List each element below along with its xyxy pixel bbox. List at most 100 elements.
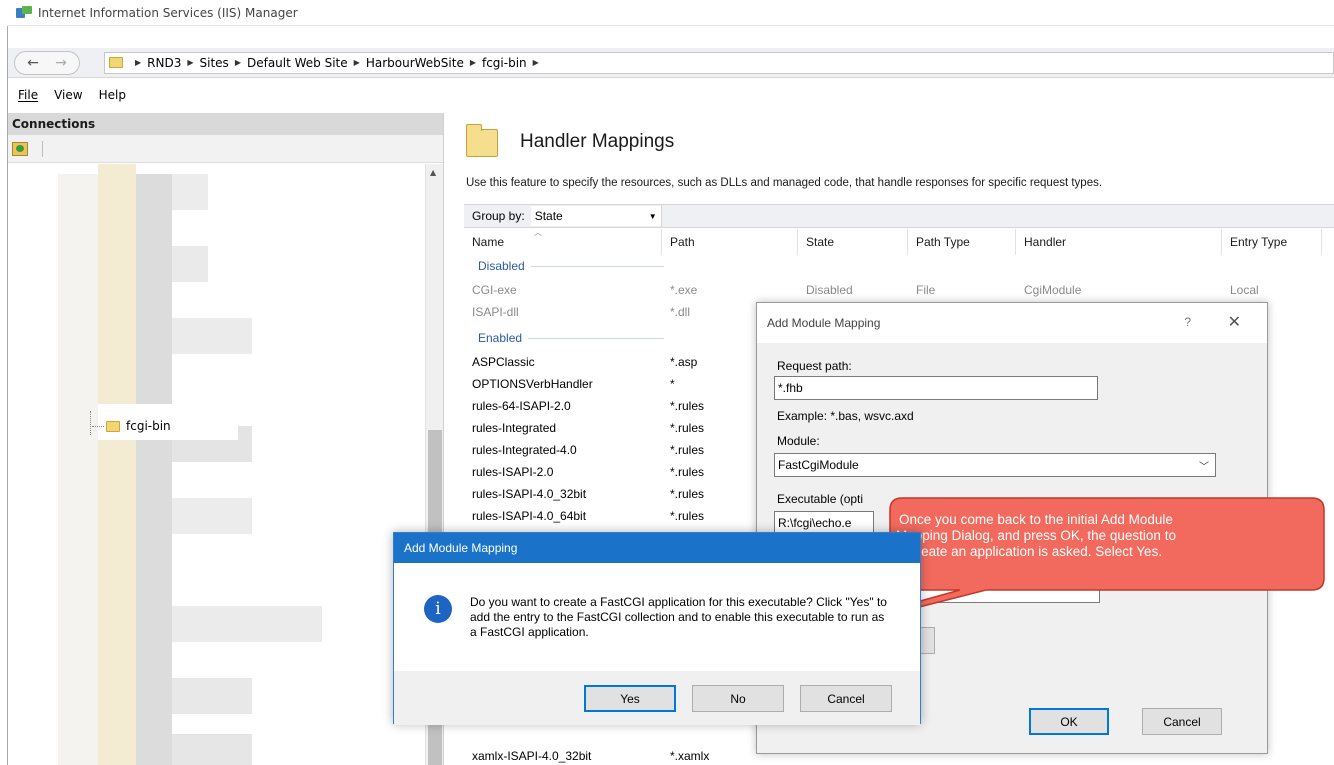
blurred-tree-region <box>172 678 252 714</box>
confirm-footer: Yes No Cancel <box>394 671 920 725</box>
cell-handler: CgiModule <box>1024 283 1082 297</box>
menu-file[interactable]: File <box>18 88 38 102</box>
confirm-body: i Do you want to create a FastCGI applic… <box>394 563 920 671</box>
no-button[interactable]: No <box>692 685 784 712</box>
scroll-up-icon[interactable]: ▲ <box>430 168 436 177</box>
column-header-handler[interactable]: Handler <box>1016 229 1222 255</box>
request-path-input[interactable]: *.fhb <box>774 376 1098 400</box>
group-divider <box>530 265 664 267</box>
group-header-enabled[interactable]: Enabled <box>464 327 664 349</box>
column-header-entry-type[interactable]: Entry Type <box>1222 229 1322 255</box>
breadcrumb-item[interactable]: ▶ Default Web Site <box>229 56 348 70</box>
cell-path: *.xamlx <box>670 749 710 763</box>
breadcrumb-item[interactable]: ▶ fcgi-bin ▶ <box>464 56 545 70</box>
breadcrumb-separator-icon: ▶ <box>353 58 360 67</box>
ok-button[interactable]: OK <box>1029 708 1109 735</box>
cell-path: *.rules <box>670 421 705 435</box>
blurred-tree-region <box>172 246 208 282</box>
blurred-tree-region <box>172 606 322 642</box>
close-icon[interactable]: ✕ <box>1228 312 1241 332</box>
group-by-spacer <box>660 205 1334 227</box>
cell-name: xamlx-ISAPI-4.0_32bit <box>472 749 592 763</box>
breadcrumb-item[interactable]: ▶ Sites <box>181 56 228 70</box>
connections-tree[interactable]: fcgi-bin <box>8 164 426 765</box>
cell-name: rules-Integrated <box>472 421 557 435</box>
help-icon[interactable]: ? <box>1184 315 1191 329</box>
blurred-tree-region <box>172 318 252 354</box>
iis-app-icon <box>16 5 32 20</box>
tree-connector-line <box>90 411 91 435</box>
breadcrumb-item[interactable]: ▶ HarbourWebSite <box>348 56 464 70</box>
blurred-tree-region <box>98 164 136 765</box>
table-row[interactable]: CGI-exe *.exe Disabled File CgiModule Lo… <box>464 279 1334 301</box>
address-breadcrumb[interactable]: ▶ RND3 ▶ Sites ▶ Default Web Site ▶ HarbourW… <box>104 51 1334 74</box>
breadcrumb-fcgi-bin[interactable]: fcgi-bin <box>482 56 527 70</box>
handler-mappings-folder-icon <box>466 124 498 157</box>
breadcrumb-harbourwebsite[interactable]: HarbourWebSite <box>366 56 464 70</box>
connections-header: Connections <box>8 113 443 135</box>
chevron-down-icon: ﹀ <box>1199 461 1209 473</box>
blurred-tree-region <box>58 174 98 765</box>
tree-connector-line <box>92 425 104 427</box>
feature-title: Handler Mappings <box>520 131 675 152</box>
breadcrumb-sites[interactable]: Sites <box>200 56 229 70</box>
example-text: Example: *.bas, wsvc.axd <box>777 409 914 423</box>
cancel-button[interactable]: Cancel <box>1142 708 1222 735</box>
group-by-bar: Group by: State ▼ <box>464 204 1334 228</box>
cell-path: * <box>670 377 675 391</box>
cell-path: *.rules <box>670 443 705 457</box>
connect-icon[interactable] <box>12 141 28 156</box>
cell-name: rules-ISAPI-4.0_32bit <box>472 487 587 501</box>
breadcrumb-item[interactable]: ▶ RND3 <box>129 56 181 70</box>
cancel-button[interactable]: Cancel <box>800 685 892 712</box>
forward-arrow-icon[interactable]: → <box>47 51 75 75</box>
blurred-tree-region <box>172 734 252 765</box>
window-title: Internet Information Services (IIS) Mana… <box>38 5 298 20</box>
connections-toolbar <box>8 135 443 163</box>
dropdown-arrow-icon: ▼ <box>648 211 657 221</box>
group-divider <box>528 337 664 339</box>
fastcgi-confirm-dialog: Add Module Mapping i Do you want to crea… <box>393 532 921 725</box>
info-icon: i <box>424 595 452 623</box>
column-header-path-type[interactable]: Path Type <box>908 229 1016 255</box>
cell-name: rules-64-ISAPI-2.0 <box>472 399 571 413</box>
module-select[interactable]: FastCgiModule ﹀ <box>774 453 1216 477</box>
column-header-state[interactable]: State <box>798 229 908 255</box>
cell-path: *.asp <box>670 355 698 369</box>
yes-button[interactable]: Yes <box>584 685 676 712</box>
back-arrow-icon[interactable]: ← <box>19 51 47 75</box>
toolbar-separator <box>42 140 43 157</box>
breadcrumb-rnd3[interactable]: RND3 <box>147 56 181 70</box>
cell-path: *.exe <box>670 283 698 297</box>
menu-view[interactable]: View <box>54 88 82 102</box>
menu-help[interactable]: Help <box>99 88 126 102</box>
cell-name: rules-ISAPI-4.0_64bit <box>472 509 587 523</box>
group-by-label: Group by: <box>472 209 525 223</box>
tree-node-fcgi-bin[interactable]: fcgi-bin <box>90 411 171 435</box>
folder-icon <box>106 420 120 432</box>
menu-bar: File View Help <box>8 84 1334 106</box>
dialog-title: Add Module Mapping <box>767 316 881 330</box>
sort-ascending-icon: ︿ <box>534 228 542 237</box>
connections-pane: Connections fcgi-bin ▲ <box>8 113 444 765</box>
breadcrumb-separator-icon: ▶ <box>135 58 142 67</box>
blurred-tree-region <box>172 498 252 534</box>
confirm-title: Add Module Mapping <box>404 541 518 555</box>
group-label: Disabled <box>478 259 525 273</box>
breadcrumb-separator-icon: ▶ <box>532 58 539 67</box>
cell-name: rules-ISAPI-2.0 <box>472 465 554 479</box>
cell-name: ASPClassic <box>472 355 535 369</box>
title-bar: Internet Information Services (IIS) Mana… <box>8 0 1334 26</box>
feature-description: Use this feature to specify the resource… <box>466 177 1103 189</box>
cell-entry-type: Local <box>1230 283 1259 297</box>
group-header-disabled[interactable]: Disabled <box>464 255 664 277</box>
column-header-path[interactable]: Path <box>662 229 798 255</box>
cell-name: CGI-exe <box>472 283 517 297</box>
column-header-name[interactable]: Name ︿ <box>464 228 662 255</box>
group-by-select[interactable]: State ▼ <box>530 206 661 226</box>
dialog-title-bar: Add Module Mapping ? ✕ <box>757 303 1267 343</box>
breadcrumb-default-web-site[interactable]: Default Web Site <box>247 56 348 70</box>
breadcrumb-separator-icon: ▶ <box>469 58 476 67</box>
blurred-tree-region <box>172 174 208 210</box>
confirm-title-bar: Add Module Mapping <box>394 533 920 563</box>
